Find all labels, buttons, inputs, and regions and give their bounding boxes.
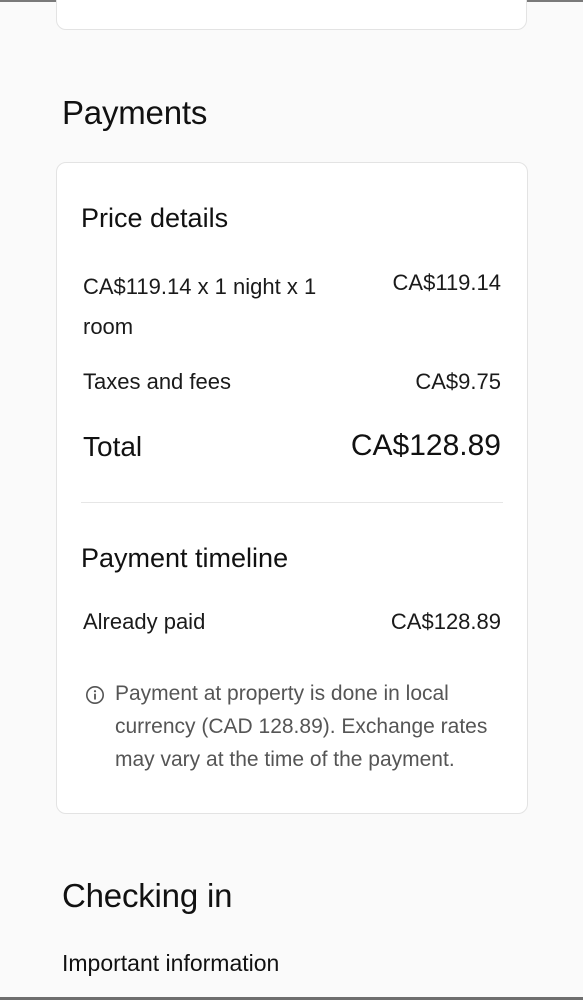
taxes-fees-value: CA$9.75 — [415, 369, 501, 394]
previous-card — [56, 0, 527, 30]
payments-card: Price details CA$119.14 x 1 night x 1 ro… — [56, 162, 528, 814]
info-circle-icon — [86, 686, 104, 704]
already-paid-value: CA$128.89 — [390, 609, 501, 634]
taxes-fees-label: Taxes and fees — [83, 369, 231, 394]
total-value: CA$128.89 — [350, 429, 501, 462]
total-label: Total — [83, 431, 143, 462]
currency-info-text: Payment at property is done in local cur… — [115, 682, 488, 771]
payments-section-title: Payments — [62, 94, 208, 131]
payment-timeline-heading: Payment timeline — [81, 543, 289, 573]
nightly-rate-value: CA$119.14 — [392, 270, 501, 295]
already-paid-label: Already paid — [83, 609, 206, 634]
checking-in-section-title: Checking in — [62, 877, 233, 914]
card-divider — [81, 502, 503, 503]
price-details-heading: Price details — [81, 203, 229, 233]
nightly-rate-label: CA$119.14 x 1 night x 1 room — [83, 274, 317, 339]
important-information-heading: Important information — [62, 950, 280, 976]
